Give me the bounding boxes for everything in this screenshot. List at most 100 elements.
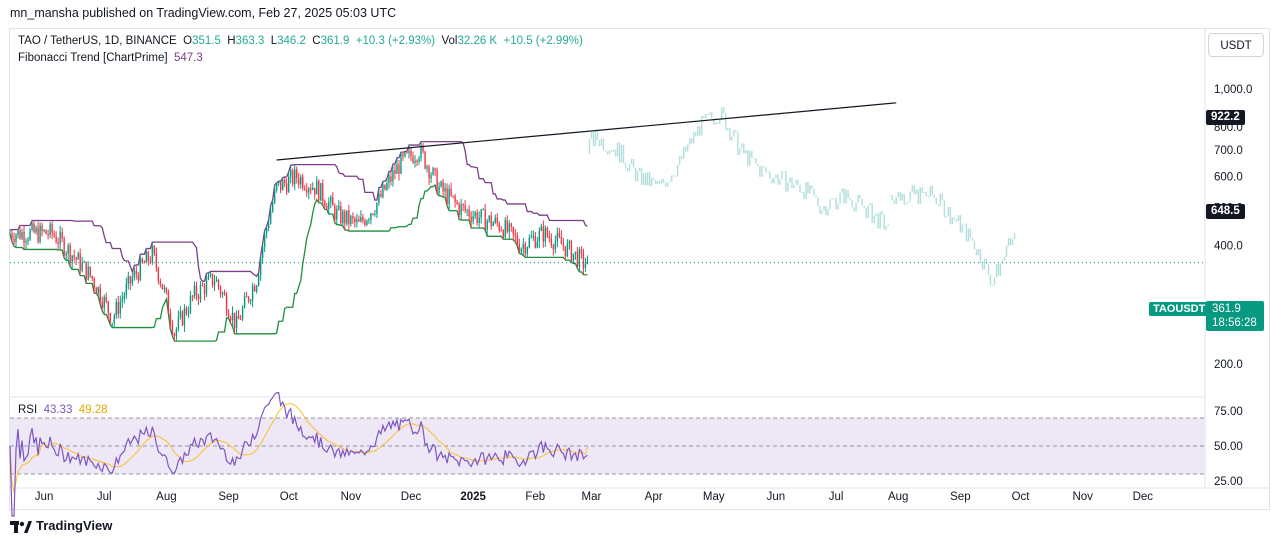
ghost-bar [939, 193, 942, 206]
candle-body [408, 150, 410, 153]
candle-body [498, 223, 500, 231]
fib-trend-upper [10, 140, 588, 282]
candle-body [111, 323, 113, 325]
resistance-trendline [276, 102, 897, 161]
ghost-bar [903, 193, 905, 205]
candle-body [107, 301, 109, 314]
candle-body [308, 188, 310, 193]
candle-body [163, 287, 166, 290]
ghost-bar [598, 139, 601, 147]
candle-body [157, 267, 160, 282]
symbol-label[interactable]: TAO / TetherUS, 1D, BINANCE [18, 35, 177, 47]
ghost-bar [614, 149, 617, 157]
candle-body [31, 223, 33, 230]
candle-body [269, 211, 272, 224]
ghost-bar [975, 249, 978, 256]
ghost-bar [961, 224, 964, 233]
ghost-bar [727, 128, 729, 131]
ghost-bar [682, 146, 685, 159]
ghost-bar [861, 198, 863, 206]
candle-body [171, 323, 174, 334]
candle-body [536, 241, 539, 248]
candle-body [418, 157, 420, 162]
candle-body [316, 180, 318, 195]
ghost-bar [642, 173, 645, 186]
ghost-bar [689, 138, 691, 145]
footer-brand[interactable]: TradingView [10, 518, 112, 533]
candle-body [61, 232, 63, 239]
candle-body [470, 216, 472, 222]
candle-body [209, 273, 212, 276]
ghost-bar [733, 130, 735, 137]
tradingview-logo-icon [10, 520, 32, 533]
ghost-bar [863, 205, 865, 209]
ghost-bar [743, 143, 745, 154]
candle-body [141, 258, 144, 263]
ghost-bar [849, 198, 851, 201]
high-label: H [227, 35, 236, 47]
indicator-value: 547.3 [173, 52, 203, 64]
ghost-bar [636, 171, 639, 182]
ghost-bar [841, 188, 843, 193]
ghost-bar [753, 157, 755, 159]
candle-body [29, 229, 31, 240]
candle-body [358, 219, 360, 222]
ghost-bar [731, 136, 733, 141]
candle-body [159, 281, 162, 285]
ghost-bar [859, 194, 861, 199]
candle-body [442, 181, 444, 192]
candle-body [556, 233, 559, 241]
rsi-tick-label: 50.00 [1214, 441, 1243, 453]
ghost-bar [799, 184, 801, 193]
candle-body [149, 261, 152, 263]
candle-body [257, 275, 260, 286]
ghost-bar [751, 150, 753, 158]
candle-body [450, 188, 452, 196]
x-tick-label: Mar [582, 491, 602, 503]
candle-body [366, 220, 368, 226]
ghost-bar [809, 185, 811, 194]
candle-body [203, 285, 206, 294]
candle-body [410, 150, 412, 157]
candle-body [151, 246, 154, 263]
x-tick-label: Nov [1072, 491, 1093, 503]
candle-body [211, 273, 214, 286]
candle-body [398, 164, 400, 174]
ghost-bar [949, 206, 952, 225]
candle-body [283, 179, 286, 184]
candle-body [189, 295, 192, 313]
rsi-legend[interactable]: RSI 43.33 49.28 [18, 404, 108, 416]
high-price-tag: 922.2 [1206, 110, 1245, 125]
price-chart[interactable]: 1,000.0800.0700.0600.0500.0400.0200.0Jun… [0, 0, 1281, 545]
ghost-bar [739, 148, 741, 155]
ghost-bar [691, 138, 693, 144]
candle-body [137, 274, 140, 281]
ghost-bar [624, 163, 627, 168]
candle-body [155, 253, 158, 268]
ghost-bar [723, 107, 725, 114]
x-tick-label: Aug [888, 491, 908, 503]
footer-label: TradingView [36, 518, 113, 533]
candle-body [292, 170, 294, 185]
candle-body [510, 223, 512, 227]
ghost-bar [869, 203, 871, 206]
ghost-bar [883, 214, 885, 230]
indicator-legend[interactable]: Fibonacci Trend [ChartPrime] 547.3 [18, 52, 203, 64]
change-value: +10.3 (+2.93%) [355, 35, 436, 47]
ghost-bar [693, 131, 695, 144]
candle-body [428, 166, 430, 179]
volume-value: 32.26 K [457, 35, 498, 47]
ghost-bar [604, 150, 607, 152]
ghost-bar [999, 263, 1002, 276]
candle-body [253, 286, 256, 292]
ghost-bar [875, 213, 877, 216]
candle-body [352, 216, 354, 219]
currency-button[interactable]: USDT [1208, 33, 1264, 57]
candle-body [460, 204, 462, 215]
ghost-bar [711, 112, 713, 119]
x-tick-label: Jul [97, 491, 112, 503]
candle-body [191, 295, 194, 297]
ghost-bar [1005, 245, 1008, 258]
ghost-bar [897, 191, 899, 197]
x-tick-label: Aug [156, 491, 176, 503]
